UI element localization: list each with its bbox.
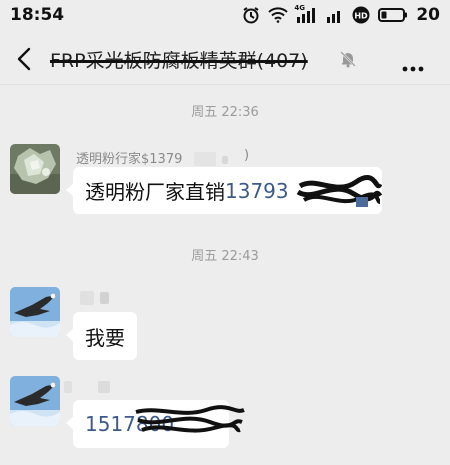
signal-label: 4G	[294, 4, 305, 12]
blur-mark	[194, 152, 216, 166]
battery-icon	[378, 7, 408, 23]
svg-text:HD: HD	[355, 12, 369, 21]
avatar[interactable]	[10, 376, 60, 426]
sender-name-tail: )	[244, 148, 250, 163]
sender-name-text: 透明粉行家$1379	[76, 152, 183, 167]
signal-icon: 4G	[294, 4, 318, 23]
blur-mark	[222, 156, 228, 164]
hd-icon: HD	[352, 6, 370, 24]
avatar[interactable]	[10, 287, 60, 337]
phone-link[interactable]: 1517800	[85, 412, 174, 436]
message-text: 我要	[85, 325, 125, 350]
phone-link[interactable]: 13793	[225, 179, 289, 203]
message-text: 透明粉厂家直销	[85, 180, 225, 204]
blur-mark	[100, 292, 109, 304]
message-bubble[interactable]: 1517800	[66, 400, 229, 448]
mute-icon	[339, 50, 357, 68]
blur-mark	[64, 381, 72, 393]
message-time: 周五 22:36	[191, 105, 259, 120]
status-time: 18:54	[10, 5, 65, 25]
message-bubble[interactable]: 透明粉厂家直销 13793	[66, 167, 382, 214]
blur-mark	[98, 381, 110, 393]
wifi-icon	[268, 7, 289, 23]
avatar[interactable]	[10, 144, 60, 194]
status-bar: 18:54 4G HD 20	[0, 0, 450, 30]
blur-mark	[80, 291, 94, 305]
alarm-icon	[242, 6, 260, 24]
battery-level: 20	[416, 5, 440, 25]
signal-icon-2	[326, 7, 344, 23]
chat-title[interactable]: FRP采光板防腐板精英群(407)	[50, 46, 308, 73]
status-icons: 4G HD 20	[242, 4, 440, 25]
message-time: 周五 22:43	[191, 249, 259, 264]
back-icon[interactable]	[14, 46, 36, 72]
sender-name: 透明粉行家$1379	[76, 148, 182, 167]
message-bubble[interactable]: 我要	[66, 312, 137, 360]
header-divider	[0, 84, 450, 85]
chat-header: FRP采光板防腐板精英群(407)	[0, 36, 450, 82]
more-icon[interactable]	[402, 57, 424, 72]
